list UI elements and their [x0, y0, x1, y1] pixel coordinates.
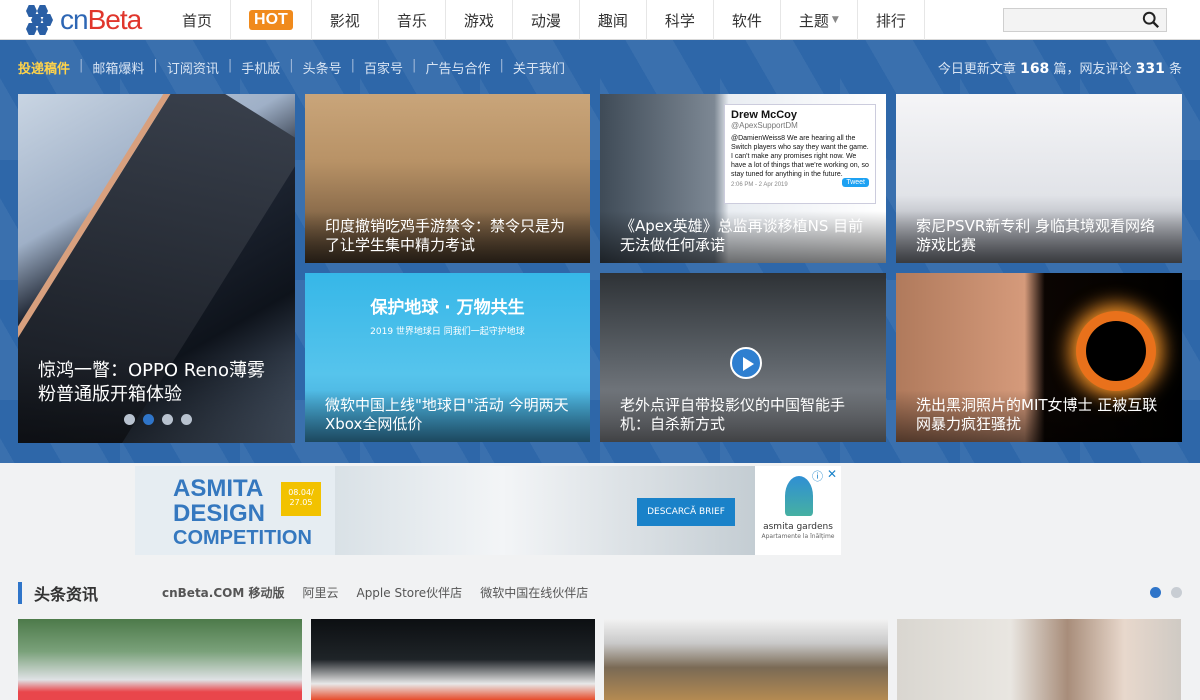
- nav-item-science[interactable]: 科学: [647, 0, 714, 40]
- slider-dot[interactable]: [124, 414, 135, 425]
- nav-item-home[interactable]: 首页: [164, 0, 232, 40]
- logo-hexagon-icon: [26, 5, 58, 35]
- search-input[interactable]: [1004, 9, 1134, 31]
- section-links: cnBeta.COM 移动版 阿里云 Apple Store伙伴店 微软中国在线…: [162, 584, 588, 601]
- subnav-email-tip[interactable]: 邮箱爆料: [92, 58, 144, 77]
- sub-navigation: 投递稿件 | 邮箱爆料 | 订阅资讯 | 手机版 | 头条号 | 百家号 | 广告与合作 | …: [18, 58, 565, 77]
- play-icon[interactable]: [730, 347, 762, 379]
- slider-dot[interactable]: [162, 414, 173, 425]
- nav-item-ranking[interactable]: 排行: [858, 0, 925, 40]
- news-card-caption: 老外点评自带投影仪的中国智能手机：自杀新方式: [600, 390, 886, 442]
- black-hole-image: [1086, 321, 1146, 381]
- poster-text: 保护地球 · 万物共生 2019 世界地球日 同我们一起守护地球: [370, 298, 525, 337]
- subnav-about[interactable]: 关于我们: [513, 58, 565, 77]
- news-card-caption: 洗出黑洞照片的MIT女博士 正被互联网暴力疯狂骚扰: [896, 390, 1182, 442]
- slider-dot[interactable]: [181, 414, 192, 425]
- news-card[interactable]: 印度撤销吃鸡手游禁令：禁令只是为了让学生集中精力考试: [305, 94, 590, 263]
- tweet-image: Drew McCoy @ApexSupportDM @DamienWeiss8 …: [724, 104, 876, 204]
- ad-date: 08.04/ 27.05: [281, 482, 321, 516]
- featured-band: 投递稿件 | 邮箱爆料 | 订阅资讯 | 手机版 | 头条号 | 百家号 | 广告与合作 | …: [0, 40, 1200, 463]
- nav-item-video[interactable]: 影视: [312, 0, 379, 40]
- headline-thumbnail[interactable]: [18, 619, 302, 700]
- article-count: 168: [1020, 61, 1050, 77]
- news-card-caption: 《Apex英雄》总监再谈移植NS 目前无法做任何承诺: [600, 211, 886, 263]
- section-marker: [18, 582, 22, 604]
- chevron-down-icon: ▼: [831, 15, 839, 25]
- headline-thumbnail[interactable]: [604, 619, 888, 700]
- ad-info-icon[interactable]: ⓘ: [812, 468, 823, 484]
- slider-caption: 惊鸿一瞥：OPPO Reno薄雾粉普通版开箱体验: [18, 353, 295, 443]
- site-logo[interactable]: cnBeta: [26, 4, 156, 35]
- search-icon[interactable]: [1142, 11, 1160, 29]
- news-card[interactable]: 保护地球 · 万物共生 2019 世界地球日 同我们一起守护地球 微软中国上线"地…: [305, 273, 590, 442]
- main-nav: 首页 HOT 影视 音乐 游戏 动漫 趣闻 科学 软件 主题 ▼ 排行: [164, 0, 925, 40]
- slider-card[interactable]: 惊鸿一瞥：OPPO Reno薄雾粉普通版开箱体验: [18, 94, 295, 443]
- section-link-apple-store[interactable]: Apple Store伙伴店: [356, 584, 462, 601]
- subnav-submit[interactable]: 投递稿件: [18, 58, 70, 77]
- news-card-caption: 微软中国上线"地球日"活动 今明两天Xbox全网低价: [305, 390, 590, 442]
- section-link-mobile[interactable]: cnBeta.COM 移动版: [162, 584, 284, 601]
- brand-logo-icon: [785, 476, 813, 516]
- news-card[interactable]: Drew McCoy @ApexSupportDM @DamienWeiss8 …: [600, 94, 886, 263]
- nav-item-hot[interactable]: HOT: [231, 0, 312, 40]
- ad-close-icon[interactable]: ✕: [827, 467, 837, 481]
- news-card[interactable]: 索尼PSVR新专利 身临其境观看网络游戏比赛: [896, 94, 1182, 263]
- section-link-microsoft-store[interactable]: 微软中国在线伙伴店: [480, 584, 588, 601]
- news-card[interactable]: 老外点评自带投影仪的中国智能手机：自杀新方式: [600, 273, 886, 442]
- section-title: 头条资讯: [34, 585, 99, 604]
- subnav-toutiao[interactable]: 头条号: [303, 58, 342, 77]
- section-pager: [1150, 587, 1182, 598]
- headlines-section-header: 头条资讯 cnBeta.COM 移动版 阿里云 Apple Store伙伴店 微…: [18, 579, 1182, 605]
- news-card-caption: 印度撤销吃鸡手游禁令：禁令只是为了让学生集中精力考试: [305, 211, 590, 263]
- ad-banner[interactable]: ASMITA DESIGN COMPETITION 08.04/ 27.05 DES…: [135, 466, 841, 555]
- nav-item-fun[interactable]: 趣闻: [580, 0, 647, 40]
- pager-dot-active[interactable]: [1150, 587, 1161, 598]
- news-card-caption: 索尼PSVR新专利 身临其境观看网络游戏比赛: [896, 211, 1182, 263]
- subnav-ads[interactable]: 广告与合作: [425, 58, 490, 77]
- ad-download-button[interactable]: DESCARCĂ BRIEF: [637, 498, 735, 526]
- nav-item-music[interactable]: 音乐: [379, 0, 446, 40]
- section-link-aliyun[interactable]: 阿里云: [302, 584, 338, 601]
- nav-item-anime[interactable]: 动漫: [513, 0, 580, 40]
- logo-text: cnBeta: [60, 4, 142, 35]
- search-box: [1003, 8, 1167, 32]
- nav-item-topics[interactable]: 主题 ▼: [781, 0, 858, 40]
- daily-stats: 今日更新文章 168 篇，网友评论 331 条: [937, 61, 1182, 77]
- slider-dot-active[interactable]: [143, 414, 154, 425]
- subnav-subscribe[interactable]: 订阅资讯: [167, 58, 219, 77]
- pager-dot[interactable]: [1171, 587, 1182, 598]
- nav-item-games[interactable]: 游戏: [446, 0, 513, 40]
- headline-thumbnail[interactable]: [897, 619, 1181, 700]
- subnav-baijia[interactable]: 百家号: [364, 58, 403, 77]
- top-navigation-bar: cnBeta 首页 HOT 影视 音乐 游戏 动漫 趣闻 科学 软件 主题 ▼ 排…: [0, 0, 1200, 40]
- comment-count: 331: [1135, 61, 1165, 77]
- subnav-mobile[interactable]: 手机版: [241, 58, 280, 77]
- headline-thumbnail[interactable]: [311, 619, 595, 700]
- slider-dots: [124, 414, 192, 425]
- nav-item-software[interactable]: 软件: [714, 0, 781, 40]
- news-card[interactable]: 洗出黑洞照片的MIT女博士 正被互联网暴力疯狂骚扰: [896, 273, 1182, 442]
